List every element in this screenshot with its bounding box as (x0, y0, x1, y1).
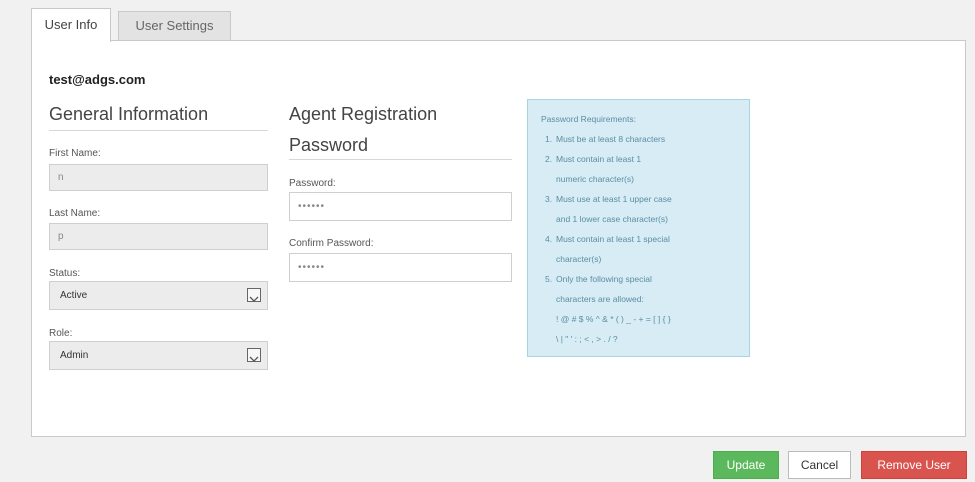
confirm-password-label: Confirm Password: (289, 238, 374, 249)
requirement-text: ! @ # $ % ^ & * ( ) _ - + = [ ] { } (556, 314, 671, 324)
password-label: Password: (289, 178, 336, 189)
requirements-title: Password Requirements: (541, 114, 636, 124)
status-select[interactable]: Active (49, 281, 268, 310)
user-email: test@adgs.com (49, 72, 146, 87)
role-label: Role: (49, 328, 73, 339)
requirement-number: 3. (545, 194, 553, 204)
chevron-down-icon (247, 288, 261, 302)
last-name-field[interactable]: p (49, 223, 268, 250)
password-field[interactable]: •••••• (289, 192, 512, 221)
requirement-text: Must contain at least 1 (556, 154, 642, 164)
requirement-number: 2. (545, 154, 553, 164)
requirement-text: Must use at least 1 upper case (556, 194, 672, 204)
chevron-down-icon (247, 348, 261, 362)
role-value: Admin (60, 350, 89, 361)
first-name-field[interactable]: n (49, 164, 268, 191)
confirm-password-field[interactable]: •••••• (289, 253, 512, 282)
requirement-item: 2. Must contain at least 1 numeric chara… (541, 149, 739, 189)
requirement-number: 4. (545, 234, 553, 244)
status-label: Status: (49, 268, 81, 279)
agent-registration-heading-line1: Agent Registration (289, 104, 438, 124)
agent-registration-heading-line2: Password (289, 135, 369, 155)
first-name-label: First Name: (49, 148, 101, 159)
requirement-text: Must be at least 8 characters (556, 134, 666, 144)
requirement-item: 5. Only the following special characters… (541, 269, 739, 349)
requirement-text: and 1 lower case character(s) (556, 214, 668, 224)
remove-user-button[interactable]: Remove User (861, 451, 967, 479)
status-value: Active (60, 290, 88, 301)
last-name-label: Last Name: (49, 208, 101, 219)
requirement-number: 1. (545, 134, 553, 144)
requirement-text: \ | " ' : ; < , > . / ? (556, 334, 618, 344)
agent-divider (289, 159, 512, 160)
update-button[interactable]: Update (713, 451, 779, 479)
general-divider (49, 130, 268, 131)
general-information-heading: General Information (49, 104, 209, 124)
requirement-item: 3. Must use at least 1 upper case and 1 … (541, 189, 739, 229)
role-select[interactable]: Admin (49, 341, 268, 370)
tab-user-info[interactable]: User Info (31, 8, 111, 42)
requirement-text: Only the following special (556, 274, 652, 284)
requirement-item: 4. Must contain at least 1 special chara… (541, 229, 739, 269)
requirement-text: characters are allowed: (556, 294, 644, 304)
requirement-text: character(s) (556, 254, 602, 264)
cancel-button[interactable]: Cancel (788, 451, 851, 479)
tab-user-settings[interactable]: User Settings (118, 11, 231, 41)
requirement-text: Must contain at least 1 special (556, 234, 670, 244)
password-requirements-box: Password Requirements: 1. Must be at lea… (527, 99, 750, 357)
requirement-item: 1. Must be at least 8 characters (541, 129, 739, 149)
requirement-text: numeric character(s) (556, 174, 634, 184)
requirement-number: 5. (545, 274, 553, 284)
